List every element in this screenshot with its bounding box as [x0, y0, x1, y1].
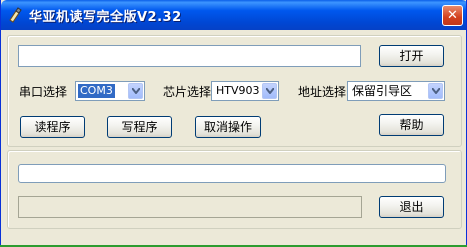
app-icon	[7, 7, 23, 23]
chevron-down-icon[interactable]	[262, 83, 277, 99]
title-bar[interactable]: 华亚机读写完全版V2.32 ✕	[1, 0, 466, 30]
window-title: 华亚机读写完全版V2.32	[29, 10, 182, 25]
close-button[interactable]: ✕	[442, 5, 463, 26]
port-select[interactable]: COM3	[75, 81, 145, 101]
address-value: 保留引导区	[352, 84, 413, 98]
close-icon: ✕	[447, 8, 458, 23]
chip-select[interactable]: HTV903	[211, 81, 279, 101]
help-button[interactable]: 帮助	[379, 114, 444, 136]
chevron-down-icon[interactable]	[128, 83, 143, 99]
open-button[interactable]: 打开	[379, 45, 444, 67]
exit-button[interactable]: 退出	[379, 196, 444, 218]
file-path-input[interactable]	[18, 45, 361, 67]
progress-bar	[18, 196, 362, 218]
address-select[interactable]: 保留引导区	[347, 81, 445, 101]
chip-value: HTV903	[216, 84, 260, 97]
chip-label: 芯片选择	[163, 85, 212, 99]
cancel-button[interactable]: 取消操作	[195, 116, 261, 138]
address-label: 地址选择	[298, 85, 347, 99]
port-label: 串口选择	[19, 85, 68, 99]
port-value: COM3	[78, 84, 115, 98]
read-button[interactable]: 读程序	[20, 116, 85, 138]
main-window: 华亚机读写完全版V2.32 ✕ 打开 串口选择 COM3 芯片选择 HTV903…	[0, 0, 467, 246]
write-button[interactable]: 写程序	[107, 116, 172, 138]
chevron-down-icon[interactable]	[428, 83, 443, 99]
status-message-box	[18, 164, 446, 183]
